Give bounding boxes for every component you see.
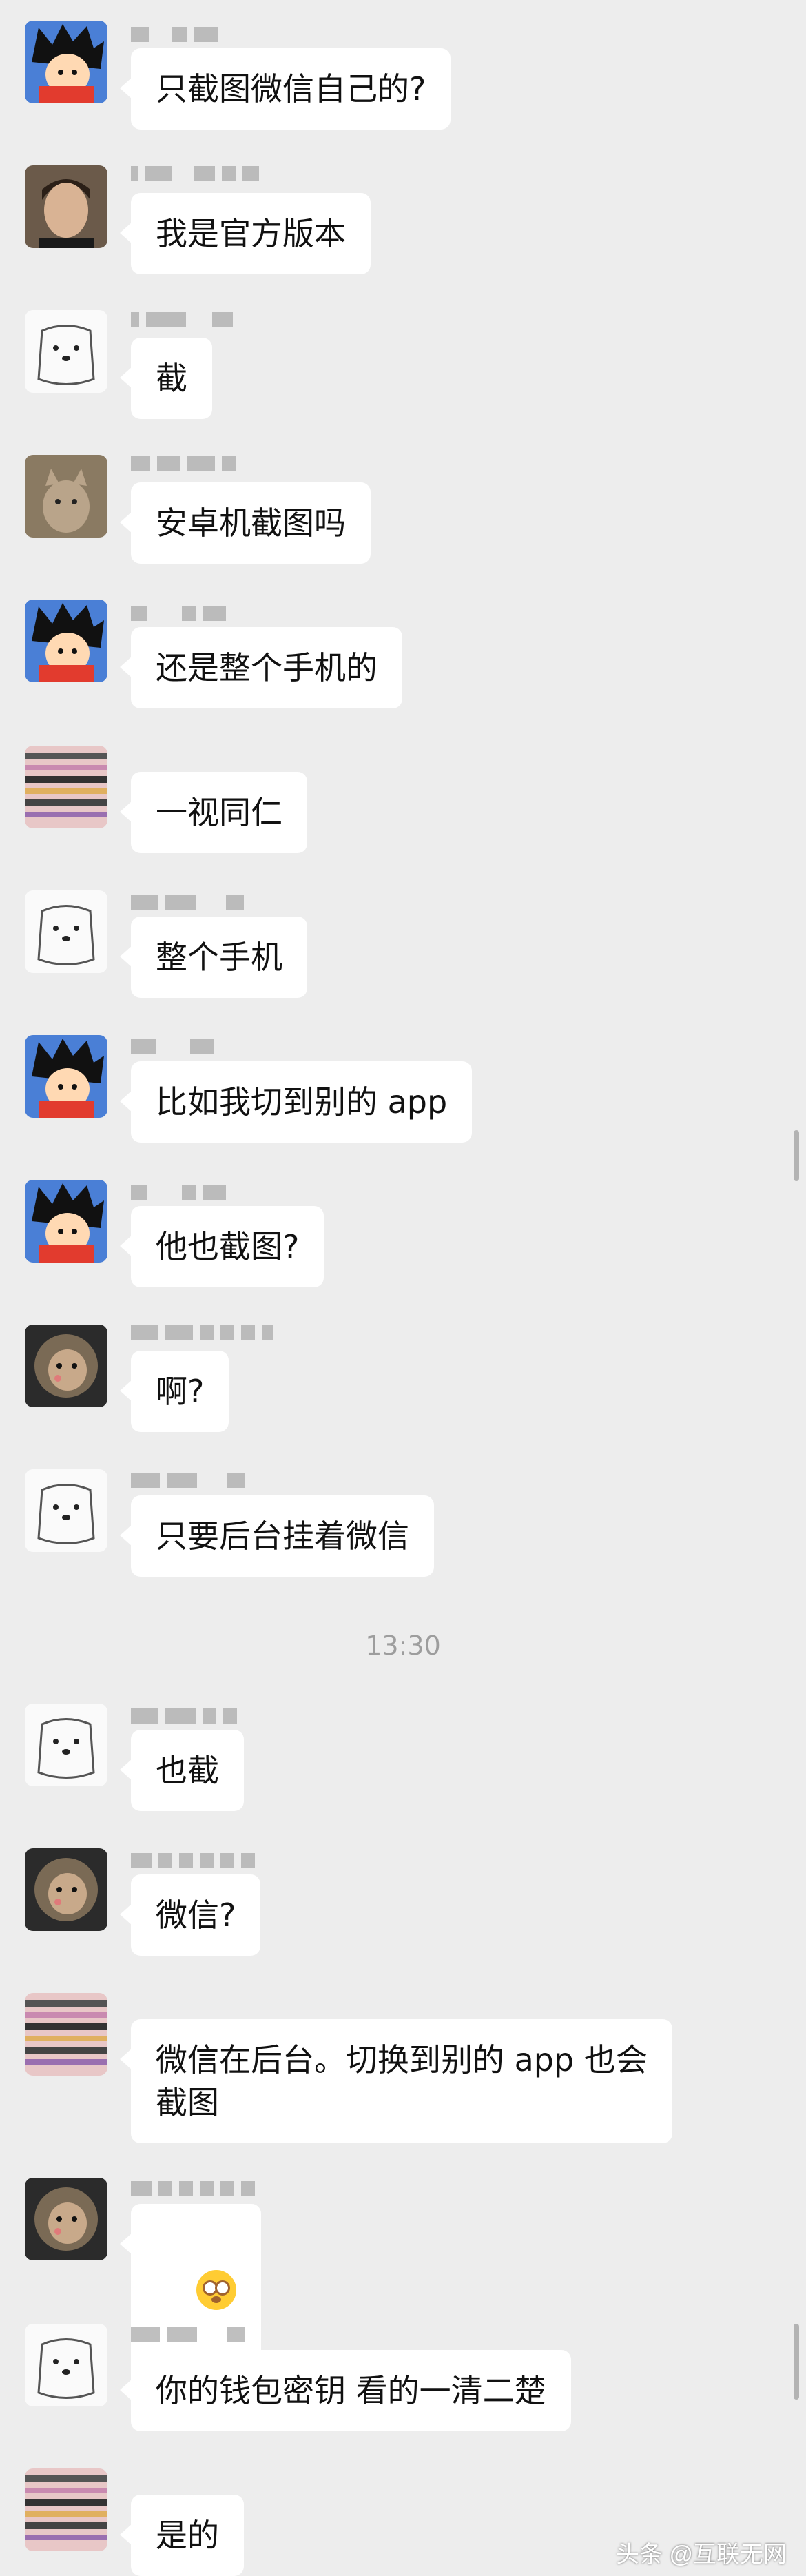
- sender-name-blurred: [131, 455, 236, 471]
- message-bubble[interactable]: 也截: [120, 1730, 244, 1811]
- sender-name-blurred: [131, 1852, 255, 1869]
- message-bubble[interactable]: [120, 2204, 261, 2372]
- message-bubble[interactable]: 啊?: [119, 1351, 229, 1432]
- sender-name-blurred: [131, 2327, 245, 2343]
- message-bubble[interactable]: 微信在后台。切换到别的 app 也会 截图: [120, 2019, 672, 2143]
- goku-avatar[interactable]: [25, 1180, 107, 1263]
- goku-avatar[interactable]: [25, 21, 107, 103]
- message-bubble[interactable]: 一视同仁: [120, 772, 307, 853]
- message-bubble[interactable]: 他也截图?: [119, 1206, 324, 1287]
- cat-photo-avatar[interactable]: [25, 455, 107, 538]
- watermark: 头条 @互联无网: [616, 2542, 787, 2568]
- sender-name-blurred: [131, 1184, 226, 1200]
- sketch-dog-avatar[interactable]: [25, 2324, 107, 2406]
- sketch-dog-avatar[interactable]: [25, 890, 107, 973]
- sketch-dog-avatar[interactable]: [25, 1704, 107, 1786]
- sender-name-blurred: [131, 605, 226, 622]
- message-bubble[interactable]: 是的: [120, 2495, 244, 2576]
- sketch-dog-avatar[interactable]: [25, 1469, 107, 1552]
- pixelated-avatar[interactable]: [25, 1993, 107, 2076]
- message-bubble[interactable]: 只截图微信自己的?: [119, 48, 451, 130]
- sender-name-blurred: [131, 311, 233, 328]
- goku-avatar[interactable]: [25, 1035, 107, 1118]
- pixelated-avatar[interactable]: [25, 746, 107, 828]
- sender-name-blurred: [131, 1325, 273, 1341]
- sender-name-blurred: [131, 895, 244, 911]
- scrollbar-thumb[interactable]: [794, 2324, 799, 2400]
- flushed-face-emoji: [196, 2269, 236, 2310]
- message-bubble[interactable]: 你的钱包密钥 看的一清二楚: [120, 2350, 571, 2431]
- round-cat-avatar[interactable]: [25, 1325, 107, 1407]
- sender-name-blurred: [131, 165, 259, 182]
- sketch-dog-avatar[interactable]: [25, 310, 107, 393]
- message-bubble[interactable]: 比如我切到别的 app: [119, 1061, 473, 1143]
- message-bubble[interactable]: 还是整个手机的: [120, 627, 402, 708]
- message-bubble[interactable]: 只要后台挂着微信: [120, 1495, 434, 1577]
- goku-avatar[interactable]: [25, 600, 107, 682]
- pixelated-avatar[interactable]: [25, 2468, 107, 2551]
- sender-name-blurred: [131, 1708, 237, 1724]
- message-bubble[interactable]: 截: [120, 338, 212, 419]
- sender-name-blurred: [131, 1472, 245, 1489]
- timestamp: 13:30: [365, 1631, 441, 1661]
- sender-name-blurred: [131, 1038, 214, 1054]
- sender-name-blurred: [131, 2180, 255, 2197]
- message-bubble[interactable]: 整个手机: [120, 917, 307, 998]
- round-cat-avatar[interactable]: [25, 2178, 107, 2260]
- sender-name-blurred: [131, 26, 218, 43]
- message-bubble[interactable]: 我是官方版本: [120, 193, 371, 274]
- scrollbar-thumb[interactable]: [794, 1130, 799, 1181]
- round-cat-avatar[interactable]: [25, 1848, 107, 1931]
- message-bubble[interactable]: 微信?: [119, 1874, 261, 1956]
- man-photo-avatar[interactable]: [25, 165, 107, 248]
- message-bubble[interactable]: 安卓机截图吗: [120, 482, 371, 564]
